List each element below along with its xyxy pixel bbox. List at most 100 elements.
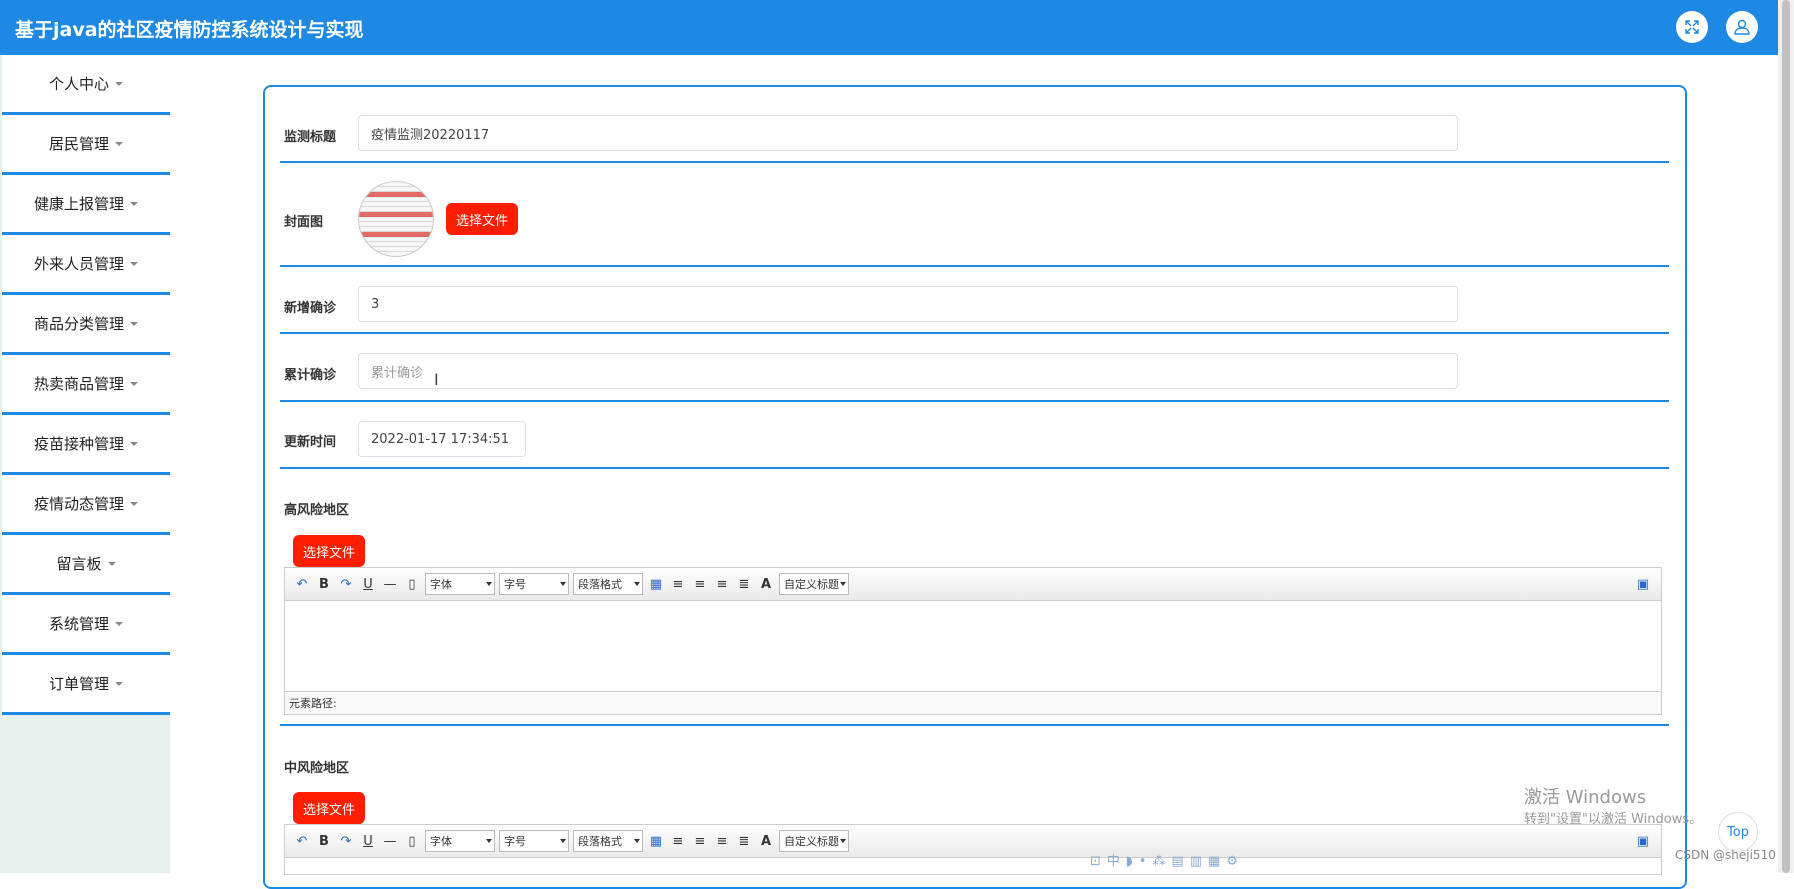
fullscreen-icon[interactable]: ▣: [1633, 831, 1653, 851]
custom-title-select[interactable]: 自定义标题: [779, 573, 849, 595]
ime-toolbar[interactable]: ⊡中◗•⁂▤▥▦⚙: [1090, 850, 1244, 869]
undo-icon[interactable]: ↶: [292, 574, 312, 594]
mid-risk-choose-file-button[interactable]: 选择文件: [293, 792, 366, 824]
font-color-icon[interactable]: A: [756, 831, 776, 851]
sidebar-item-product-category[interactable]: 商品分类管理: [2, 295, 170, 355]
undo-icon[interactable]: ↶: [292, 831, 312, 851]
sidebar-item-system[interactable]: 系统管理: [2, 595, 170, 655]
sidebar-item-label: 疫情动态管理: [33, 495, 124, 513]
sidebar: 个人中心 居民管理 健康上报管理 外来人员管理 商品分类管理 热卖商品管理 疫苗…: [0, 55, 170, 873]
cover-image: [358, 181, 434, 257]
caret-down-icon: [130, 381, 138, 386]
bold-icon[interactable]: B: [314, 574, 334, 594]
editor-content[interactable]: [285, 601, 1661, 691]
table-icon[interactable]: ▦: [646, 574, 666, 594]
sidebar-item-personal-center[interactable]: 个人中心: [2, 55, 170, 115]
total-confirmed-input[interactable]: 累计确诊: [358, 353, 1458, 389]
font-size-select[interactable]: 字号: [499, 830, 569, 852]
align-center-icon[interactable]: ≡: [712, 831, 732, 851]
custom-title-value: 自定义标题: [784, 835, 839, 848]
cover-choose-file-button[interactable]: 选择文件: [446, 203, 519, 235]
divider: [280, 724, 1669, 726]
new-confirmed-label: 新增确诊: [284, 301, 337, 316]
font-size-select[interactable]: 字号: [499, 573, 569, 595]
caret-down-icon: [130, 201, 138, 206]
sidebar-item-label: 商品分类管理: [33, 315, 124, 333]
title-label: 监测标题: [284, 130, 337, 145]
align-left-icon[interactable]: ≡: [668, 831, 688, 851]
back-to-top-button[interactable]: Top: [1718, 812, 1758, 852]
windows-activation-subtitle: 转到"设置"以激活 Windows。: [1524, 812, 1703, 827]
total-confirmed-label: 累计确诊: [284, 368, 337, 383]
align-right-icon[interactable]: ≡: [690, 574, 710, 594]
caret-down-icon: [115, 141, 123, 146]
new-confirmed-input[interactable]: 3: [358, 286, 1458, 322]
sidebar-item-health-report[interactable]: 健康上报管理: [2, 175, 170, 235]
sidebar-item-residents[interactable]: 居民管理: [2, 115, 170, 175]
high-risk-choose-file-button[interactable]: 选择文件: [293, 535, 366, 567]
align-right-icon[interactable]: ≡: [690, 831, 710, 851]
paragraph-select[interactable]: 段落格式: [573, 573, 643, 595]
font-family-value: 字体: [430, 578, 452, 591]
horizontal-rule-icon[interactable]: —: [380, 831, 400, 851]
sidebar-item-message-board[interactable]: 留言板: [2, 535, 170, 595]
editor-toolbar: ↶ B ↷ U — ▯ 字体 字号 段落格式 ▦ ≡ ≡ ≡ ≣ A 自定义标题…: [285, 825, 1661, 858]
caret-down-icon: [130, 321, 138, 326]
app-title: 基于java的社区疫情防控系统设计与实现: [15, 19, 364, 41]
bold-icon[interactable]: B: [314, 831, 334, 851]
table-icon[interactable]: ▦: [646, 831, 666, 851]
high-risk-editor[interactable]: ↶ B ↷ U — ▯ 字体 字号 段落格式 ▦ ≡ ≡ ≡ ≣ A 自定义标题…: [284, 567, 1662, 715]
page-icon[interactable]: ▯: [402, 574, 422, 594]
caret-down-icon: [115, 81, 123, 86]
caret-down-icon: [107, 561, 116, 566]
align-center-icon[interactable]: ≡: [712, 574, 732, 594]
app-header: 基于java的社区疫情防控系统设计与实现: [0, 0, 1778, 55]
justify-icon[interactable]: ≣: [734, 831, 754, 851]
paragraph-value: 段落格式: [578, 578, 622, 591]
user-icon: [1734, 19, 1750, 35]
update-time-input[interactable]: 2022-01-17 17:34:51: [358, 421, 526, 457]
divider: [280, 400, 1669, 402]
sidebar-item-visitors[interactable]: 外来人员管理: [2, 235, 170, 295]
font-color-icon[interactable]: A: [756, 574, 776, 594]
font-family-value: 字体: [430, 835, 452, 848]
underline-icon[interactable]: U: [358, 831, 378, 851]
title-input[interactable]: 疫情监测20220117: [358, 115, 1458, 151]
caret-down-icon: [130, 261, 138, 266]
redo-icon[interactable]: ↷: [336, 574, 356, 594]
sidebar-item-label: 系统管理: [48, 615, 109, 633]
update-time-label: 更新时间: [284, 435, 337, 450]
scrollbar-thumb[interactable]: [1782, 0, 1790, 873]
sidebar-item-orders[interactable]: 订单管理: [2, 655, 170, 715]
align-left-icon[interactable]: ≡: [668, 574, 688, 594]
custom-title-select[interactable]: 自定义标题: [779, 830, 849, 852]
expand-icon: [1685, 20, 1699, 34]
page-icon[interactable]: ▯: [402, 831, 422, 851]
justify-icon[interactable]: ≣: [734, 574, 754, 594]
divider: [280, 265, 1669, 267]
high-risk-label: 高风险地区: [284, 503, 350, 518]
paragraph-select[interactable]: 段落格式: [573, 830, 643, 852]
element-path-bar: 元素路径:: [285, 691, 1661, 714]
scrollbar[interactable]: [1778, 0, 1794, 873]
horizontal-rule-icon[interactable]: —: [380, 574, 400, 594]
csdn-watermark: CSDN @sheji510: [1675, 848, 1776, 862]
font-size-value: 字号: [504, 835, 526, 848]
fullscreen-button[interactable]: [1676, 11, 1708, 43]
sidebar-item-hot-products[interactable]: 热卖商品管理: [2, 355, 170, 415]
sidebar-item-vaccination[interactable]: 疫苗接种管理: [2, 415, 170, 475]
caret-down-icon: [115, 621, 123, 626]
sidebar-item-label: 外来人员管理: [33, 255, 124, 273]
font-family-select[interactable]: 字体: [425, 573, 495, 595]
redo-icon[interactable]: ↷: [336, 831, 356, 851]
font-size-value: 字号: [504, 578, 526, 591]
divider: [280, 467, 1669, 469]
sidebar-item-epidemic-news[interactable]: 疫情动态管理: [2, 475, 170, 535]
mid-risk-editor[interactable]: ↶ B ↷ U — ▯ 字体 字号 段落格式 ▦ ≡ ≡ ≡ ≣ A 自定义标题…: [284, 824, 1662, 875]
user-button[interactable]: [1726, 11, 1758, 43]
underline-icon[interactable]: U: [358, 574, 378, 594]
sidebar-item-label: 留言板: [56, 555, 102, 573]
paragraph-value: 段落格式: [578, 835, 622, 848]
font-family-select[interactable]: 字体: [425, 830, 495, 852]
fullscreen-icon[interactable]: ▣: [1633, 574, 1653, 594]
